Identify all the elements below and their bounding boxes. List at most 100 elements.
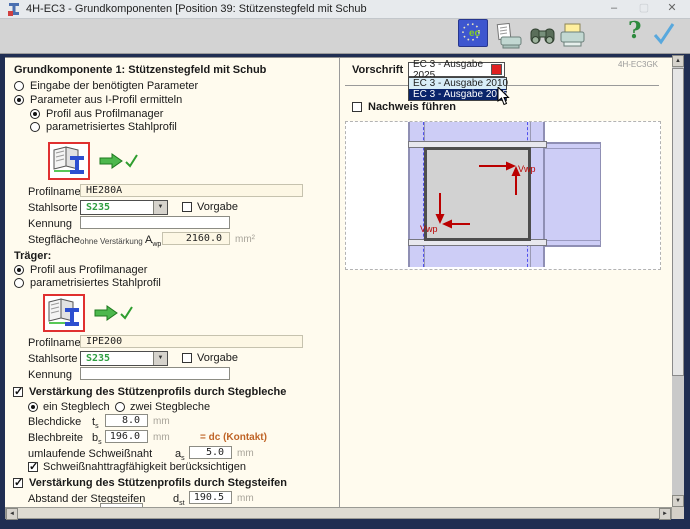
chevron-down-icon[interactable]: ▼ (153, 352, 167, 365)
profile-book-icon (45, 296, 83, 330)
print-preview-button[interactable] (496, 23, 523, 52)
blechbreite-field[interactable]: 196.0 (105, 430, 148, 443)
schweissnaht-field[interactable]: 5.0 (189, 446, 232, 459)
radio-beam-profilmanager-label[interactable]: Profil aus Profilmanager (30, 264, 147, 276)
beam-profilname-label: Profilname (28, 337, 81, 349)
radio-eingabe-parameter[interactable] (14, 81, 24, 91)
stegsteifen-checkbox[interactable] (13, 478, 23, 488)
radio-column-profilmanager[interactable] (30, 109, 40, 119)
help-button[interactable]: ? (628, 17, 641, 44)
radio-parameter-aus-iprofil-label[interactable]: Parameter aus I-Profil ermitteln (30, 94, 182, 106)
stegsteifen-title[interactable]: Verstärkung des Stützenprofils durch Ste… (29, 477, 287, 489)
close-button[interactable]: ✕ (660, 0, 684, 18)
chevron-down-icon[interactable]: ▼ (153, 201, 167, 214)
scroll-down-button[interactable]: ▼ (672, 495, 684, 507)
beam-kennung-label: Kennung (28, 369, 72, 381)
vorschrift-dropdown-list: EC 3 - Ausgabe 2010 EC 3 - Ausgabe 2025 (408, 77, 507, 101)
toolbar: ec ? (0, 19, 690, 54)
document-printer-icon (496, 23, 523, 49)
stegsteifen-abstand-unit: mm (237, 493, 254, 504)
vorschrift-select[interactable]: EC 3 - Ausgabe 2025 (408, 62, 505, 77)
beam-stahlsorte-select[interactable]: S235 ▼ (80, 351, 168, 366)
beam-vorgabe-label[interactable]: Vorgabe (197, 352, 238, 364)
horizontal-scrollbar[interactable]: ◄ ► (5, 507, 672, 519)
apply-arrow-check-icon (94, 304, 134, 322)
stegbleche-checkbox[interactable] (13, 387, 23, 397)
stegsteifen-abstand-field[interactable]: 190.5 (189, 491, 232, 504)
scroll-left-button[interactable]: ◄ (6, 508, 18, 520)
blechdicke-field[interactable]: 8.0 (105, 414, 148, 427)
title-bar: 4H-EC3 - Grundkomponenten [Position 39: … (0, 0, 690, 19)
schweissnaht-unit: mm (237, 448, 254, 459)
stegflaeche-field: 2160.0 (162, 232, 230, 245)
column-vorgabe-label[interactable]: Vorgabe (197, 201, 238, 213)
blechdicke-label: Blechdicke (28, 416, 81, 428)
vwp-label-top: Vwp (518, 164, 536, 174)
stegflaeche-symbol: Awp (145, 234, 161, 248)
dropdown-red-button[interactable] (491, 64, 502, 75)
radio-zwei-stegbleche[interactable] (115, 402, 125, 412)
column-profilmanager-button[interactable] (48, 142, 90, 180)
radio-column-parametrisiert-label[interactable]: parametrisiertes Stahlprofil (46, 121, 177, 133)
column-stahlsorte-label: Stahlsorte (28, 202, 78, 214)
column-profilname-label: Profilname (28, 186, 81, 198)
radio-ein-stegblech-label[interactable]: ein Stegblech (43, 401, 110, 413)
scroll-right-button[interactable]: ► (659, 508, 671, 520)
radio-zwei-stegbleche-label[interactable]: zwei Stegbleche (130, 401, 210, 413)
scrollbar-corner (672, 507, 684, 519)
dropdown-option-2010[interactable]: EC 3 - Ausgabe 2010 (409, 78, 506, 89)
blechbreite-unit: mm (153, 432, 170, 443)
vertical-scrollbar-thumb[interactable] (672, 68, 684, 376)
dropdown-option-2025[interactable]: EC 3 - Ausgabe 2025 (409, 89, 506, 100)
beam-vorgabe-checkbox[interactable] (182, 353, 192, 363)
blechdicke-unit: mm (153, 416, 170, 427)
svg-text:ec: ec (469, 28, 481, 39)
radio-column-parametrisiert[interactable] (30, 122, 40, 132)
confirm-button[interactable] (652, 22, 676, 49)
shear-arrows-overlay: Vwp Vwp (346, 122, 660, 267)
column-profilname-field[interactable]: HE280A (80, 184, 303, 197)
blechbreite-label: Blechbreite (28, 432, 83, 444)
minimize-button[interactable]: – (602, 0, 626, 18)
radio-beam-parametrisiert[interactable] (14, 278, 24, 288)
radio-eingabe-parameter-label[interactable]: Eingabe der benötigten Parameter (30, 80, 198, 92)
blechbreite-symbol: bs (92, 432, 102, 446)
module-code-label: 4H-EC3GK (618, 60, 658, 69)
beam-stahlsorte-label: Stahlsorte (28, 353, 78, 365)
schweissnaht-tragfaehigkeit-checkbox[interactable] (28, 462, 38, 472)
print-button[interactable] (559, 23, 586, 52)
stegsteifen-abstand-symbol: dst (173, 493, 185, 507)
traeger-header: Träger: (14, 250, 51, 262)
search-button[interactable] (529, 23, 556, 52)
panel-divider (339, 58, 340, 508)
beam-kennung-field[interactable] (80, 367, 230, 380)
column-vorgabe-checkbox[interactable] (182, 202, 192, 212)
radio-ein-stegblech[interactable] (28, 402, 38, 412)
nachweis-label[interactable]: Nachweis führen (368, 101, 456, 113)
stegflaeche-label: Stegfläche (28, 234, 80, 246)
maximize-button: ▢ (632, 0, 656, 18)
checkmark-icon (652, 22, 676, 46)
vorschrift-label: Vorschrift (352, 64, 403, 76)
radio-beam-parametrisiert-label[interactable]: parametrisiertes Stahlprofil (30, 277, 161, 289)
beam-profilmanager-button[interactable] (43, 294, 85, 332)
connection-diagram: Vwp Vwp (345, 121, 661, 270)
column-stahlsorte-select[interactable]: S235 ▼ (80, 200, 168, 215)
apply-arrow-check-icon (99, 152, 139, 170)
beam-profilname-field[interactable]: IPE200 (80, 335, 303, 348)
schweissnaht-tragfaehigkeit-label[interactable]: Schweißnahttragfähigkeit berücksichtigen (43, 461, 246, 473)
app-window: 4H-EC3 - Grundkomponenten [Position 39: … (0, 0, 690, 529)
radio-column-profilmanager-label[interactable]: Profil aus Profilmanager (46, 108, 163, 120)
stegflaeche-sublabel: ohne Verstärkung (80, 237, 143, 246)
stegbleche-title[interactable]: Verstärkung des Stützenprofils durch Ste… (29, 386, 286, 398)
scroll-up-button[interactable]: ▲ (672, 55, 684, 67)
vertical-scrollbar[interactable]: ▲ ▼ (672, 55, 684, 507)
eu-stars-icon: ec (459, 20, 485, 44)
content-area: Grundkomponente 1: Stützenstegfeld mit S… (5, 57, 672, 508)
nachweis-checkbox[interactable] (352, 102, 362, 112)
eurocode-button[interactable]: ec (458, 19, 488, 47)
radio-beam-profilmanager[interactable] (14, 265, 24, 275)
mouse-cursor (497, 87, 510, 106)
radio-parameter-aus-iprofil[interactable] (14, 95, 24, 105)
column-kennung-field[interactable] (80, 216, 230, 229)
